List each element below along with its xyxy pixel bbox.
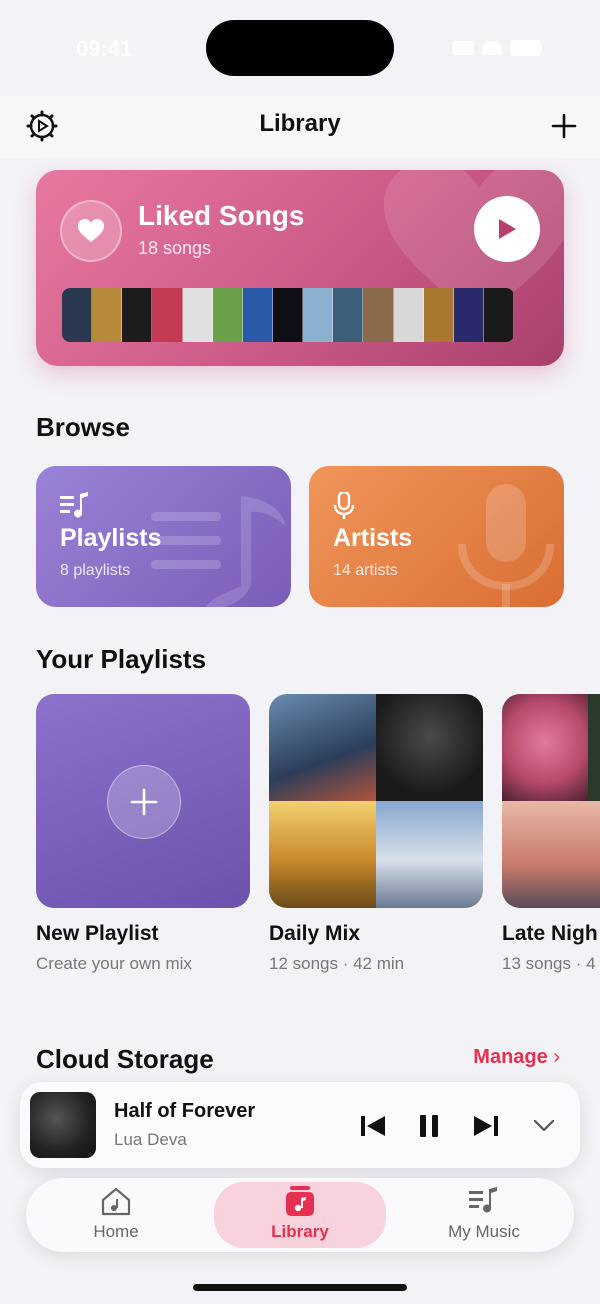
late-night-meta: 13 songs · 4 <box>502 954 596 973</box>
cover-rainy-street <box>269 694 376 801</box>
cover-golden-field <box>269 801 376 908</box>
manage-link[interactable]: Manage › <box>473 1046 560 1069</box>
tab-home[interactable]: Home <box>30 1178 202 1252</box>
next-button[interactable] <box>470 1110 502 1142</box>
liked-thumbnail <box>393 288 424 342</box>
liked-songs-count: 18 songs <box>138 238 212 258</box>
liked-thumbnail-strip <box>62 288 514 342</box>
page-title: Library <box>259 110 341 137</box>
chevron-right-icon: › <box>553 1046 560 1068</box>
liked-thumbnail <box>212 288 243 342</box>
chevron-down-icon <box>533 1119 555 1132</box>
new-playlist-meta: Create your own mix <box>36 954 192 973</box>
liked-thumbnail <box>333 288 364 342</box>
wifi-icon <box>482 41 502 55</box>
liked-thumbnail <box>272 288 304 342</box>
new-playlist-name: New Playlist <box>36 922 159 945</box>
liked-thumbnail <box>242 288 273 342</box>
play-liked-button[interactable] <box>474 196 540 262</box>
cover-sunset-sea <box>502 801 600 908</box>
mini-player[interactable]: Half of Forever Lua Deva <box>20 1082 580 1168</box>
music-list-icon <box>469 1187 497 1213</box>
now-playing-artwork <box>30 1092 96 1158</box>
liked-thumbnail <box>122 288 153 342</box>
play-icon <box>499 219 516 239</box>
battery-icon <box>510 40 542 56</box>
signal-icon <box>452 41 474 55</box>
playlists-card[interactable]: Playlists 8 playlists <box>36 466 291 607</box>
dynamic-island <box>206 20 394 76</box>
late-night-name: Late Nigh <box>502 922 598 945</box>
liked-thumbnail <box>303 288 334 342</box>
plus-icon <box>551 113 577 139</box>
home-icon <box>101 1187 131 1216</box>
next-track-icon <box>474 1116 498 1136</box>
pause-button[interactable] <box>413 1110 445 1142</box>
liked-thumbnail <box>453 288 484 342</box>
manage-label: Manage <box>473 1046 548 1068</box>
cover-partial <box>588 694 600 801</box>
liked-songs-title: Liked Songs <box>138 200 305 231</box>
liked-thumbnail <box>152 288 183 342</box>
artists-card[interactable]: Artists 14 artists <box>309 466 564 607</box>
now-playing-artist: Lua Deva <box>114 1130 187 1149</box>
daily-mix-meta: 12 songs · 42 min <box>269 954 405 973</box>
tab-home-label: Home <box>93 1222 139 1241</box>
liked-thumbnail <box>423 288 454 342</box>
system-icons <box>452 40 542 56</box>
playlists-card-count: 8 playlists <box>60 562 131 579</box>
heart-icon <box>78 219 104 242</box>
your-playlists-title: Your Playlists <box>36 644 207 674</box>
collapse-button[interactable] <box>528 1110 560 1142</box>
artists-card-count: 14 artists <box>333 562 398 579</box>
liked-thumbnail <box>363 288 394 342</box>
add-button[interactable] <box>546 108 582 144</box>
microphone-icon <box>333 492 355 519</box>
tab-my-music-label: My Music <box>448 1222 520 1241</box>
cover-dark-texture <box>376 694 483 801</box>
pause-icon <box>420 1115 438 1137</box>
new-playlist-card[interactable] <box>36 694 250 908</box>
status-bar: 09:41 <box>0 0 600 96</box>
status-time: 09:41 <box>76 36 133 61</box>
tab-bar: Home Library My Music <box>26 1178 574 1252</box>
liked-songs-card[interactable]: Liked Songs 18 songs <box>36 170 564 366</box>
playlist-icon <box>60 492 88 518</box>
plus-icon <box>130 788 158 816</box>
previous-track-icon <box>361 1116 385 1136</box>
home-indicator <box>193 1284 407 1291</box>
cover-portrait <box>502 694 588 801</box>
heart-badge <box>60 200 122 262</box>
daily-mix-name: Daily Mix <box>269 922 361 945</box>
cover-clouds <box>376 801 483 908</box>
browse-title: Browse <box>36 412 130 442</box>
add-playlist-circle <box>107 765 181 839</box>
tab-my-music[interactable]: My Music <box>398 1178 570 1252</box>
liked-thumbnail <box>182 288 213 342</box>
playlists-card-title: Playlists <box>60 524 162 552</box>
liked-thumbnail <box>92 288 123 342</box>
late-night-card[interactable] <box>502 694 600 908</box>
daily-mix-card[interactable] <box>269 694 483 908</box>
liked-thumbnail <box>62 288 93 342</box>
artists-card-title: Artists <box>333 524 413 552</box>
tab-library[interactable]: Library <box>214 1182 386 1248</box>
tab-library-label: Library <box>271 1222 329 1241</box>
library-icon <box>286 1186 314 1216</box>
cloud-storage-title: Cloud Storage <box>36 1044 214 1074</box>
previous-button[interactable] <box>357 1110 389 1142</box>
liked-thumbnail <box>483 288 514 342</box>
microphone-watermark-icon <box>458 484 554 607</box>
now-playing-title: Half of Forever <box>114 1100 256 1122</box>
music-note-watermark-icon <box>151 496 286 607</box>
